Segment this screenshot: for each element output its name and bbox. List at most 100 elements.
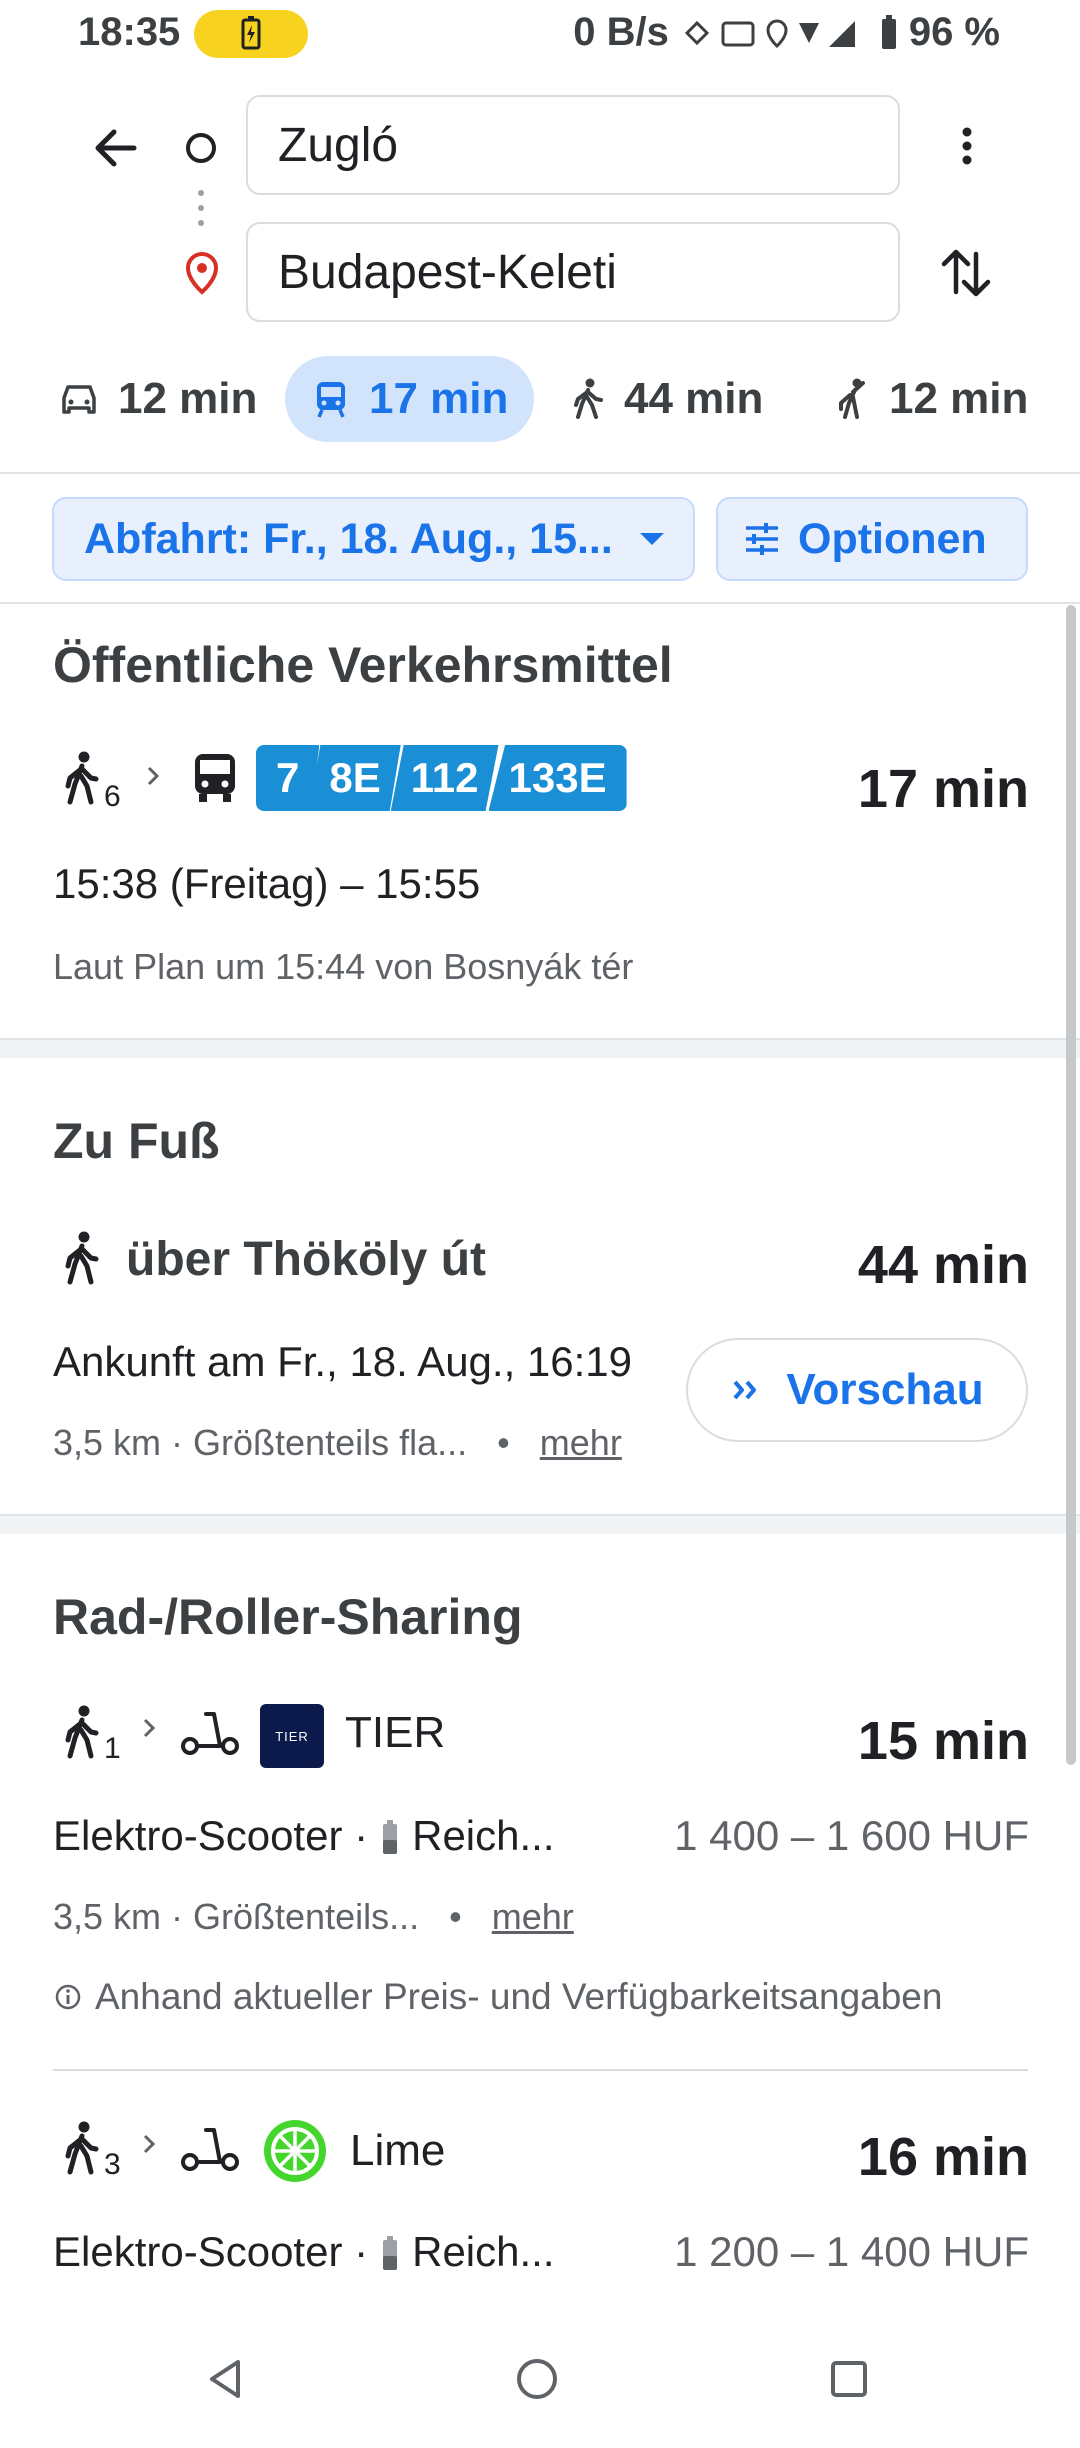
lime-range: Reich... — [412, 2228, 555, 2275]
sharing-heading: Rad-/Roller-Sharing — [53, 1589, 523, 1645]
tab-walking[interactable]: 44 min — [570, 356, 763, 442]
walk-icon — [574, 378, 603, 419]
back-nav-icon[interactable] — [200, 2354, 250, 2404]
dropdown-arrow-icon — [640, 533, 664, 545]
transit-lines: 7 8E 112 133E — [256, 745, 627, 811]
options-label: Optionen — [798, 514, 987, 563]
walk-icon — [65, 751, 99, 805]
tier-details: 3,5 km · Größtenteils... • mehr — [53, 1896, 574, 1938]
tab-walking-label: 44 min — [624, 374, 764, 423]
tier-duration: 15 min — [857, 1711, 1029, 1771]
tab-transit[interactable]: 17 min — [285, 356, 535, 442]
walk-icon — [65, 2121, 99, 2175]
sharing-option-lime[interactable]: 3 Lime 16 min Elektro-Scooter · Reich...… — [0, 2110, 1040, 2318]
destination-pin-icon — [185, 251, 219, 295]
tab-driving[interactable]: 12 min — [58, 356, 257, 442]
swap-vert-icon — [941, 249, 991, 297]
scooter-icon — [181, 1712, 239, 1755]
tier-details-text: 3,5 km · Größtenteils... — [53, 1896, 420, 1937]
chevron-right-icon — [147, 766, 160, 786]
walking-details: 3,5 km · Größtenteils fla... • mehr — [53, 1422, 622, 1464]
options-chip[interactable]: Optionen — [716, 497, 1028, 581]
filters-divider — [0, 602, 1080, 604]
home-nav-icon[interactable] — [512, 2354, 562, 2404]
chevron-right-icon — [143, 2134, 156, 2154]
route-dots-icon — [198, 190, 204, 226]
preview-label: Vorschau — [786, 1365, 984, 1414]
transit-route-card[interactable]: 6 7 8E 112 133E 17 min 15:38 (Freitag) –… — [0, 720, 1040, 1020]
scrollbar[interactable] — [1066, 605, 1076, 1765]
walk-icon — [65, 1231, 99, 1285]
tune-icon — [746, 523, 778, 555]
more-options-button[interactable] — [945, 116, 989, 176]
pricing-info: Anhand aktueller Preis- und Verfügbarkei… — [53, 1976, 942, 2018]
tier-range: Reich... — [412, 1812, 555, 1859]
separator-dot: • — [429, 1896, 482, 1937]
lime-provider: Lime — [350, 2126, 446, 2175]
battery-level-icon — [383, 2236, 398, 2270]
tier-more-link[interactable]: mehr — [492, 1896, 574, 1937]
transit-walk-minutes: 6 — [104, 780, 121, 813]
battery-saver-pill — [194, 10, 308, 58]
transit-icon — [317, 382, 345, 418]
arrow-back-icon — [95, 129, 137, 167]
double-chevron-icon — [733, 1380, 757, 1400]
net-speed: 0 B/s — [573, 10, 669, 54]
tier-provider: TIER — [345, 1708, 446, 1757]
departure-time-label: Abfahrt: Fr., 18. Aug., 15... — [84, 514, 613, 563]
battery-percent: 96 % — [908, 10, 1000, 54]
battery-charging-icon — [241, 16, 261, 50]
battery-level-icon — [383, 1820, 398, 1854]
scooter-icon — [181, 2128, 239, 2171]
swap-button[interactable] — [938, 242, 994, 304]
tabs-divider — [0, 472, 1080, 474]
back-button[interactable] — [86, 118, 146, 178]
destination-input[interactable]: Budapest-Keleti — [246, 222, 900, 322]
separator-dot: • — [477, 1422, 530, 1463]
transit-duration: 17 min — [857, 759, 1029, 819]
tier-vehicle-row: Elektro-Scooter · Reich... — [53, 1812, 555, 1860]
tab-transit-label: 17 min — [369, 374, 509, 423]
option-divider — [53, 2069, 1028, 2071]
tier-vehicle: Elektro-Scooter · — [53, 1812, 369, 1859]
tab-driving-label: 12 min — [118, 374, 258, 423]
tab-rideshare[interactable]: 12 min — [833, 356, 1028, 442]
section-gap — [0, 1040, 1080, 1058]
transit-line-badge: 133E — [488, 745, 627, 811]
bus-icon — [195, 754, 235, 802]
sharing-option-tier[interactable]: 1 TIER TIER 15 min Elektro-Scooter · Rei… — [0, 1690, 1040, 2030]
tier-price: 1 400 – 1 600 HUF — [674, 1812, 1029, 1859]
tier-logo: TIER — [260, 1704, 324, 1768]
rideshare-icon — [839, 378, 865, 419]
walking-route-name: über Thököly út — [126, 1233, 486, 1286]
system-nav-bar — [0, 2318, 1080, 2448]
section-gap — [0, 1516, 1080, 1534]
car-icon — [62, 385, 96, 414]
departure-time-chip[interactable]: Abfahrt: Fr., 18. Aug., 15... — [52, 497, 695, 581]
transit-heading: Öffentliche Verkehrsmittel — [53, 637, 673, 693]
origin-circle-icon — [186, 133, 216, 163]
tab-rideshare-label: 12 min — [889, 374, 1029, 423]
status-time: 18:35 — [78, 10, 181, 54]
transit-line-badge: 8E — [309, 745, 401, 811]
transit-line-badge: 7 — [256, 745, 320, 811]
pricing-info-text: Anhand aktueller Preis- und Verfügbarkei… — [95, 1976, 943, 2017]
status-icons — [684, 18, 855, 48]
transit-line-badge: 112 — [390, 745, 499, 811]
walking-duration: 44 min — [857, 1235, 1029, 1295]
walking-arrival: Ankunft am Fr., 18. Aug., 16:19 — [53, 1338, 633, 1385]
lime-price: 1 200 – 1 400 HUF — [674, 2228, 1029, 2275]
tier-walk-minutes: 1 — [104, 1732, 121, 1765]
battery-icon — [881, 14, 896, 49]
tier-logo-text: TIER — [275, 1728, 309, 1744]
recents-nav-icon[interactable] — [824, 2354, 874, 2404]
lime-vehicle-row: Elektro-Scooter · Reich... — [53, 2228, 555, 2276]
transit-times: 15:38 (Freitag) – 15:55 — [53, 860, 481, 907]
transit-departure-note: Laut Plan um 15:44 von Bosnyák tér — [53, 946, 634, 987]
walking-more-link[interactable]: mehr — [540, 1422, 622, 1463]
preview-button[interactable]: Vorschau — [686, 1338, 1028, 1442]
info-icon — [55, 1984, 81, 2010]
lime-walk-minutes: 3 — [104, 2148, 121, 2181]
walking-heading: Zu Fuß — [53, 1113, 220, 1169]
origin-input[interactable]: Zugló — [246, 95, 900, 195]
